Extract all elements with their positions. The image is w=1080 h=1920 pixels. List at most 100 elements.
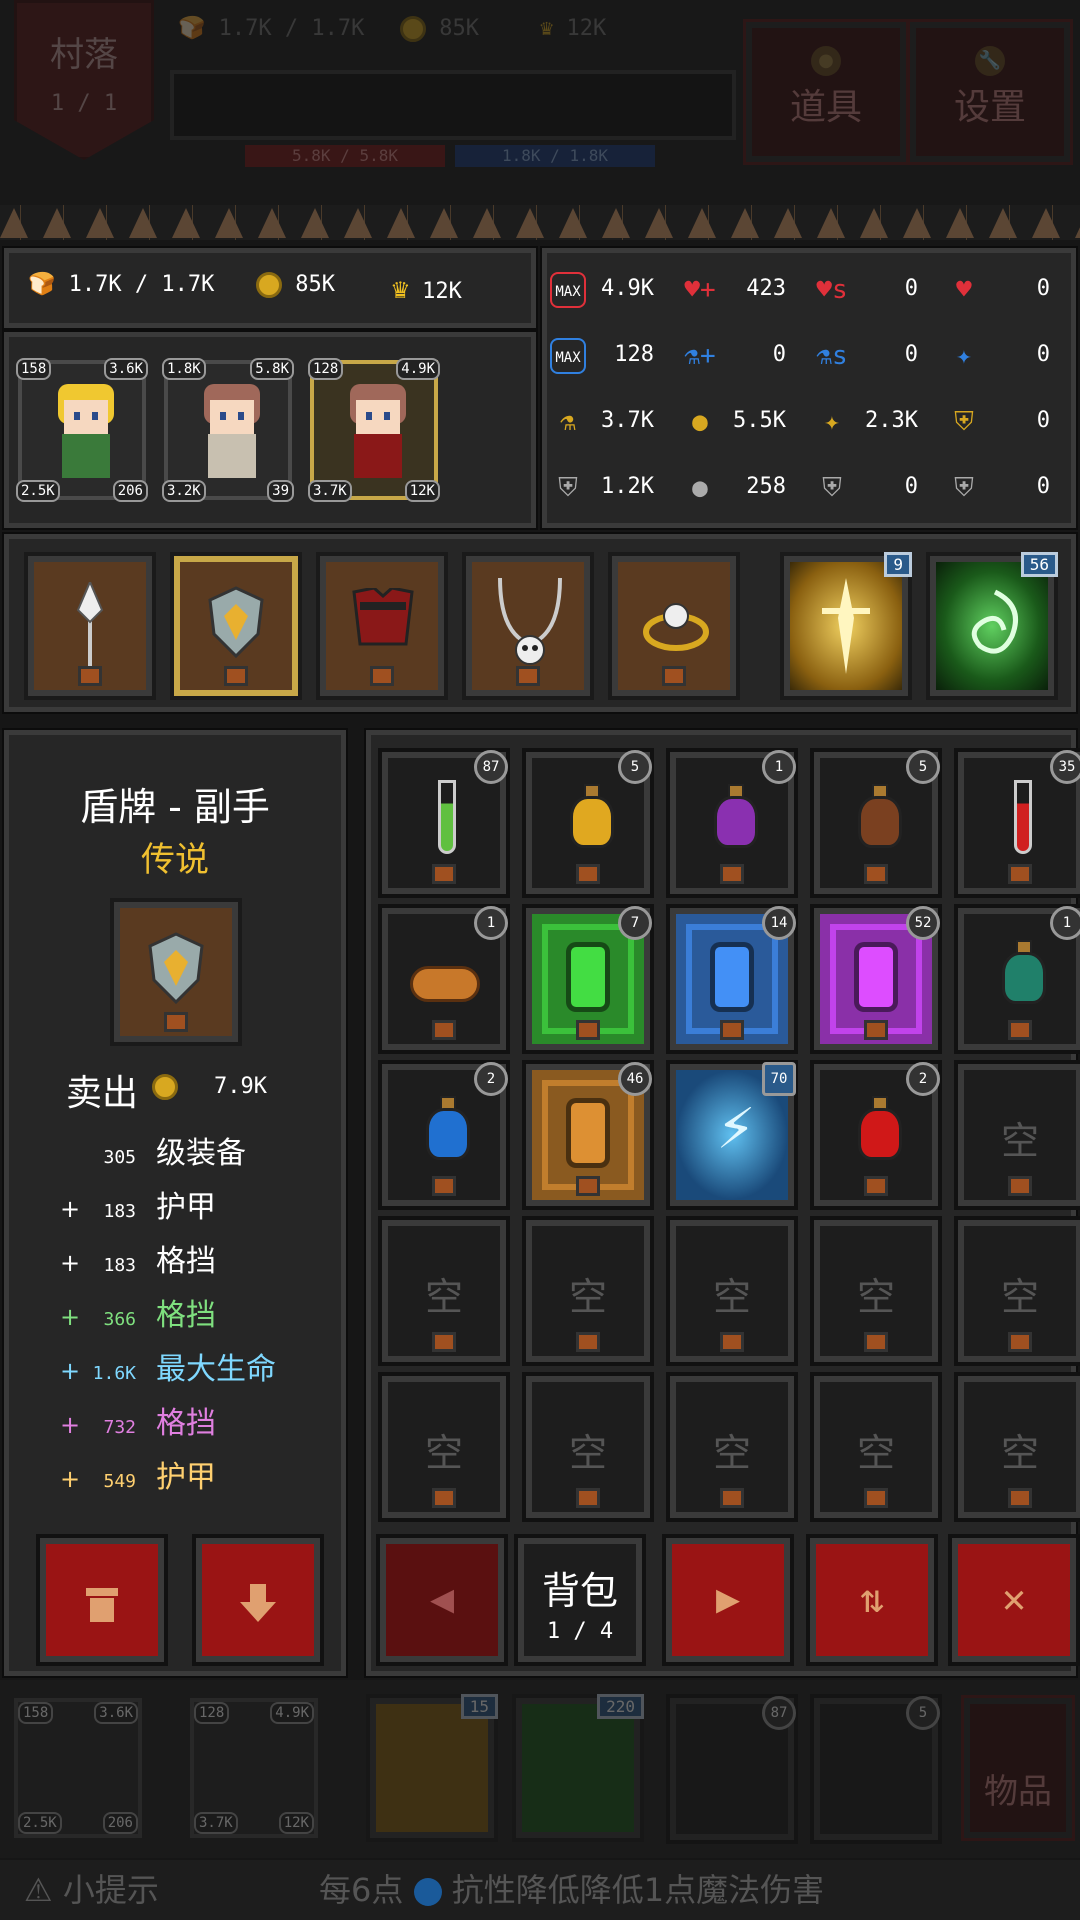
spike-decoration <box>86 208 114 238</box>
equip-slot-offhand[interactable] <box>170 552 302 700</box>
item-count-badge: 87 <box>474 750 508 784</box>
hero-stat-badge: 2.5K <box>16 480 60 502</box>
hero-stat-badge: 39 <box>267 480 294 502</box>
attribute-row: +366 格挡 <box>60 1290 340 1334</box>
lock-icon <box>432 864 456 884</box>
spike-decoration <box>387 208 415 238</box>
inventory-slot-empty[interactable]: 空 <box>810 1216 942 1366</box>
bag-page-indicator: 背包 1 / 4 <box>514 1534 646 1666</box>
item-title: 盾牌 - 副手 <box>80 785 270 829</box>
sort-button[interactable]: ⇅ <box>806 1534 938 1666</box>
next-page-button[interactable]: ▶ <box>662 1534 794 1666</box>
gold-resource: 85K <box>256 272 335 298</box>
dock-hero-attack: 2.5K <box>18 1812 62 1834</box>
gem-icon <box>566 1098 610 1168</box>
lock-icon <box>370 666 394 686</box>
attribute-value: 1.6K <box>92 1363 136 1384</box>
close-button[interactable]: ✕ <box>948 1534 1080 1666</box>
inventory-slot[interactable]: 1 <box>378 904 510 1054</box>
equip-slot-necklace[interactable] <box>462 552 594 700</box>
resist-icon <box>413 1878 442 1906</box>
dock-hero-hp: 3.6K <box>94 1702 138 1724</box>
lock-icon <box>1008 1332 1032 1352</box>
discard-button[interactable] <box>36 1534 168 1666</box>
holy-sword-icon <box>822 578 870 674</box>
top-food: 🍞 1.7K / 1.7K <box>178 16 364 41</box>
inventory-slot-empty[interactable]: 空 <box>810 1372 942 1522</box>
spike-decoration <box>688 208 716 238</box>
item-count-badge: 35 <box>1050 750 1080 784</box>
settings-button[interactable]: 🔧 设置 <box>907 19 1073 165</box>
gem-icon <box>854 942 898 1012</box>
stat-value: 258 <box>746 474 786 499</box>
top-gold-value: 85K <box>439 16 479 41</box>
inventory-slot-empty[interactable]: 空 <box>666 1372 798 1522</box>
stat-value: 128 <box>614 342 654 367</box>
inventory-slot[interactable]: 35 <box>954 748 1080 898</box>
top-bar: 村落 1 / 1 🍞 1.7K / 1.7K 85K ♛ 12K 5.8K / … <box>0 0 1080 240</box>
inventory-slot-empty[interactable]: 空 <box>378 1216 510 1366</box>
prev-page-button[interactable]: ◀ <box>376 1534 508 1666</box>
hero-stat-badge: 12K <box>404 480 440 502</box>
items-button[interactable]: ● 道具 <box>743 19 909 165</box>
inventory-slot-empty[interactable]: 空 <box>522 1216 654 1366</box>
inventory-slot[interactable]: 7 <box>522 904 654 1054</box>
spear-icon <box>76 582 104 668</box>
dock-items-button[interactable]: 物品 <box>961 1695 1075 1841</box>
inventory-slot-empty[interactable]: 空 <box>954 1060 1080 1210</box>
crown-resource: ♛ 12K <box>392 272 462 305</box>
empty-label: 空 <box>712 1431 751 1475</box>
skill-slot-holy[interactable]: 9 <box>780 552 912 700</box>
spike-decoration <box>1032 208 1060 238</box>
stat-value: 0 <box>1036 276 1050 301</box>
equip-slot-ring[interactable] <box>608 552 740 700</box>
lock-icon <box>576 1020 600 1040</box>
inventory-slot[interactable]: 14 <box>666 904 798 1054</box>
hero-card[interactable]: 1.8K 5.8K 3.2K 39 <box>162 358 294 502</box>
hero-card[interactable]: 128 4.9K 3.7K 12K <box>308 358 440 502</box>
crown-icon: ♛ <box>392 272 409 305</box>
skill-slot-nature[interactable]: 56 <box>926 552 1058 700</box>
inventory-slot[interactable]: 2 <box>810 1060 942 1210</box>
crown-value: 12K <box>422 279 462 304</box>
spike-decoration <box>602 208 630 238</box>
inventory-slot[interactable]: 46 <box>522 1060 654 1210</box>
inventory-slot[interactable]: 1 <box>954 904 1080 1054</box>
shield-icon <box>148 932 204 1004</box>
arrow-right-icon: ▶ <box>715 1576 741 1622</box>
lock-icon <box>864 864 888 884</box>
bread-icon <box>410 966 480 1002</box>
inventory-slot[interactable]: 87 <box>378 748 510 898</box>
hero-card[interactable]: 158 3.6K 2.5K 206 <box>16 358 148 502</box>
attribute-name: 格挡 <box>156 1298 216 1333</box>
attribute-value: 183 <box>103 1201 136 1222</box>
dock-skill-nature: 220 <box>512 1694 644 1842</box>
inventory-slot[interactable]: ⚡ 70 <box>666 1060 798 1210</box>
crown-icon: ♛ <box>540 16 554 41</box>
inventory-slot-empty[interactable]: 空 <box>666 1216 798 1366</box>
unequip-button[interactable] <box>192 1534 324 1666</box>
inventory-slot-empty[interactable]: 空 <box>522 1372 654 1522</box>
inventory-slot[interactable]: 5 <box>522 748 654 898</box>
inventory-slot-empty[interactable]: 空 <box>954 1372 1080 1522</box>
necklace-icon <box>498 577 562 665</box>
attribute-name: 格挡 <box>156 1244 216 1279</box>
dock-items-label: 物品 <box>984 1772 1052 1812</box>
inventory-slot[interactable]: 2 <box>378 1060 510 1210</box>
equip-slot-armor[interactable] <box>316 552 448 700</box>
equip-slot-weapon[interactable] <box>24 552 156 700</box>
coin-icon <box>256 272 282 298</box>
inventory-slot[interactable]: 52 <box>810 904 942 1054</box>
lock-icon <box>1008 1488 1032 1508</box>
inventory-slot-empty[interactable]: 空 <box>954 1216 1080 1366</box>
inventory-slot[interactable]: 1 <box>666 748 798 898</box>
inventory-slot[interactable]: 5 <box>810 748 942 898</box>
sort-icon: ⇅ <box>859 1576 885 1622</box>
empty-label: 空 <box>1000 1431 1039 1475</box>
lock-icon <box>720 864 744 884</box>
attribute-value: 732 <box>103 1417 136 1438</box>
stat-value: 0 <box>1036 342 1050 367</box>
village-banner[interactable]: 村落 1 / 1 <box>14 0 154 160</box>
inventory-slot-empty[interactable]: 空 <box>378 1372 510 1522</box>
stat-icon: MAX <box>550 272 586 308</box>
